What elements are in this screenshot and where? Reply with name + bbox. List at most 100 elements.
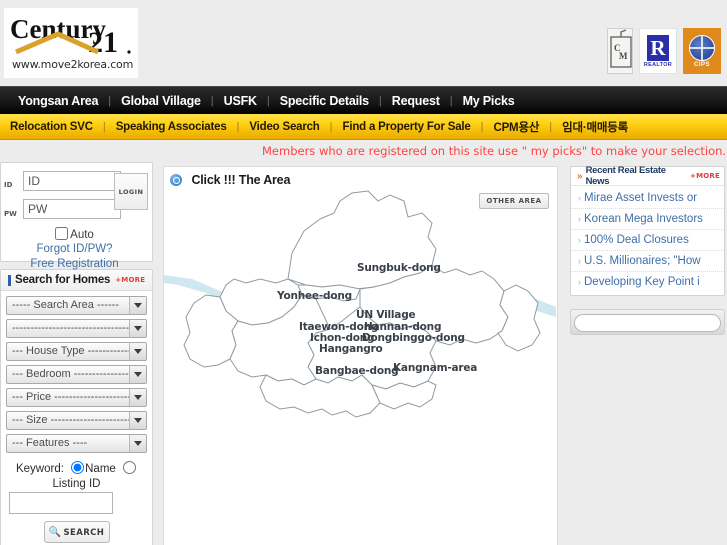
features-value: --- Features ---- <box>12 437 88 449</box>
chevron-down-icon <box>129 389 146 406</box>
cips-badge-icon: CIPS <box>683 28 721 74</box>
nav-item-cpm-yongsan[interactable]: CPM용산 <box>483 119 549 135</box>
id-input[interactable] <box>23 171 121 191</box>
map-header: Click !!! The Area <box>164 167 557 189</box>
sub-area-select[interactable]: --------------------------------------- <box>6 319 147 338</box>
search-panel-header: Search for Homes +MORE <box>1 270 152 291</box>
size-select[interactable]: --- Size ------------------------ <box>6 411 147 430</box>
nav-item-speaking-associates[interactable]: Speaking Associates <box>106 121 237 133</box>
search-icon: 🔍 <box>48 526 62 538</box>
news-list-item[interactable]: › Developing Key Point i <box>571 272 724 292</box>
crm-badge-icon: C M <box>607 28 633 74</box>
nav-item-video-search[interactable]: Video Search <box>239 121 329 133</box>
price-value: --- Price ---------------------- <box>12 391 135 403</box>
district-outlines[interactable] <box>183 190 541 418</box>
page-root: Century 21 www.move2korea.com C M R REAL… <box>0 0 727 545</box>
keyword-input[interactable] <box>9 492 113 514</box>
sidebar-search-input[interactable] <box>574 314 721 332</box>
bedroom-value: --- Bedroom ----------------- <box>12 368 137 380</box>
map-label-yonhee-dong[interactable]: Yonhee-dong <box>277 290 352 302</box>
cips-badge-label: CIPS <box>693 61 710 68</box>
realtor-badge-label: REALTOR <box>643 61 673 68</box>
magnifier-icon <box>170 174 182 186</box>
primary-nav: Yongsan Area | Global Village | USFK | S… <box>0 86 727 114</box>
news-list: › Mirae Asset Invests or › Korean Mega Inv… <box>571 186 724 295</box>
recent-news-panel: » Recent Real Estate News +MORE › Mirae A… <box>570 165 725 296</box>
search-panel-title: Search for Homes <box>15 274 111 286</box>
news-list-item[interactable]: › Mirae Asset Invests or <box>571 188 724 209</box>
nav-item-request[interactable]: Request <box>382 94 450 108</box>
globe-icon <box>689 34 715 61</box>
nav-item-specific-details[interactable]: Specific Details <box>270 94 379 108</box>
double-chevron-icon: » <box>577 170 583 182</box>
bedroom-select[interactable]: --- Bedroom ----------------- <box>6 365 147 384</box>
map-label-un-village[interactable]: UN Village <box>356 309 416 321</box>
seoul-map[interactable]: Sungbuk-dong Yonhee-dong UN Village Itae… <box>164 187 557 447</box>
sidebar-search-box: 🔍 <box>570 309 725 335</box>
news-list-item[interactable]: › U.S. Millionaires; "How <box>571 251 724 272</box>
login-button[interactable]: LOGIN <box>114 173 148 210</box>
keyword-radio-name[interactable] <box>71 461 85 474</box>
logo-url-text: www.move2korea.com <box>12 58 134 71</box>
chevron-down-icon <box>129 435 146 452</box>
auto-login-label: Auto <box>70 229 94 241</box>
news-item-text: Korean Mega Investors <box>584 213 703 225</box>
registration-row: Free Registration <box>1 258 148 270</box>
size-value: --- Size ------------------------ <box>12 414 139 426</box>
realtor-badge-icon: R REALTOR <box>639 28 677 74</box>
map-label-bangbae-dong[interactable]: Bangbae-dong <box>315 365 399 377</box>
bullet-icon: › <box>578 214 581 224</box>
features-select[interactable]: --- Features ---- <box>6 434 147 453</box>
svg-text:M: M <box>619 51 628 61</box>
keyword-radio-name-label: Name <box>85 463 116 475</box>
keyword-radio-listing-id[interactable] <box>123 461 137 474</box>
century21-logo-mark: Century 21 <box>10 14 131 57</box>
map-label-sungbuk-dong[interactable]: Sungbuk-dong <box>357 262 441 274</box>
search-filters: ----- Search Area ------ ---------------… <box>1 291 152 453</box>
news-panel-title: Recent Real Estate News <box>585 165 666 187</box>
search-button-label: SEARCH <box>63 527 105 538</box>
map-label-hangangro[interactable]: Hangangro <box>319 343 383 355</box>
search-submit-button[interactable]: 🔍 SEARCH <box>43 521 110 543</box>
news-more-link[interactable]: +MORE <box>690 172 720 180</box>
nav-item-global-village[interactable]: Global Village <box>111 94 211 108</box>
nav-item-find-property-for-sale[interactable]: Find a Property For Sale <box>333 121 481 133</box>
svg-text:21: 21 <box>88 26 118 57</box>
search-more-link[interactable]: +MORE <box>115 276 145 284</box>
nav-item-yongsan-area[interactable]: Yongsan Area <box>0 94 108 108</box>
chevron-down-icon <box>129 297 146 314</box>
area-map-panel: Click !!! The Area OTHER AREA Sungbuk-do… <box>163 166 558 545</box>
id-label: ID <box>4 181 13 189</box>
news-item-text: 100% Deal Closures <box>584 234 689 246</box>
nav-item-usfk[interactable]: USFK <box>214 94 267 108</box>
house-type-select[interactable]: --- House Type --------------- <box>6 342 147 361</box>
news-list-item[interactable]: › 100% Deal Closures <box>571 230 724 251</box>
price-select[interactable]: --- Price ---------------------- <box>6 388 147 407</box>
bullet-icon: › <box>578 277 581 287</box>
news-item-text: Developing Key Point i <box>584 276 700 288</box>
nav-item-listing-registration[interactable]: 임대·매매등록 <box>552 119 638 135</box>
nav-item-relocation-svc[interactable]: Relocation SVC <box>0 121 103 133</box>
login-panel: ID PW LOGIN Auto Forgot ID/PW? Free Regi… <box>0 162 153 270</box>
bullet-icon: › <box>578 193 581 203</box>
secondary-nav: Relocation SVC | Speaking Associates | V… <box>0 114 727 140</box>
news-item-text: U.S. Millionaires; "How <box>584 255 701 267</box>
map-label-kangnam-area[interactable]: Kangnam-area <box>393 362 477 374</box>
news-list-item[interactable]: › Korean Mega Investors <box>571 209 724 230</box>
search-area-select[interactable]: ----- Search Area ------ <box>6 296 147 315</box>
search-for-homes-panel: Search for Homes +MORE ----- Search Area… <box>0 269 153 545</box>
site-header: Century 21 www.move2korea.com C M R REAL… <box>0 0 727 86</box>
century21-logo[interactable]: Century 21 www.move2korea.com <box>4 8 138 78</box>
free-registration-link[interactable]: Free Registration <box>30 258 118 270</box>
keyword-label: Keyword: <box>15 463 64 475</box>
chevron-down-icon <box>129 412 146 429</box>
pw-label: PW <box>4 210 17 218</box>
keyword-radio-listing-id-label: Listing ID <box>52 478 101 490</box>
nav-item-my-picks[interactable]: My Picks <box>453 94 525 108</box>
forgot-id-pw-link[interactable]: Forgot ID/PW? <box>36 243 112 255</box>
page-body: ID PW LOGIN Auto Forgot ID/PW? Free Regi… <box>0 162 727 545</box>
bullet-icon: › <box>578 256 581 266</box>
sub-area-value: --------------------------------------- <box>12 322 147 334</box>
password-input[interactable] <box>23 199 121 219</box>
auto-login-checkbox[interactable] <box>55 227 69 240</box>
